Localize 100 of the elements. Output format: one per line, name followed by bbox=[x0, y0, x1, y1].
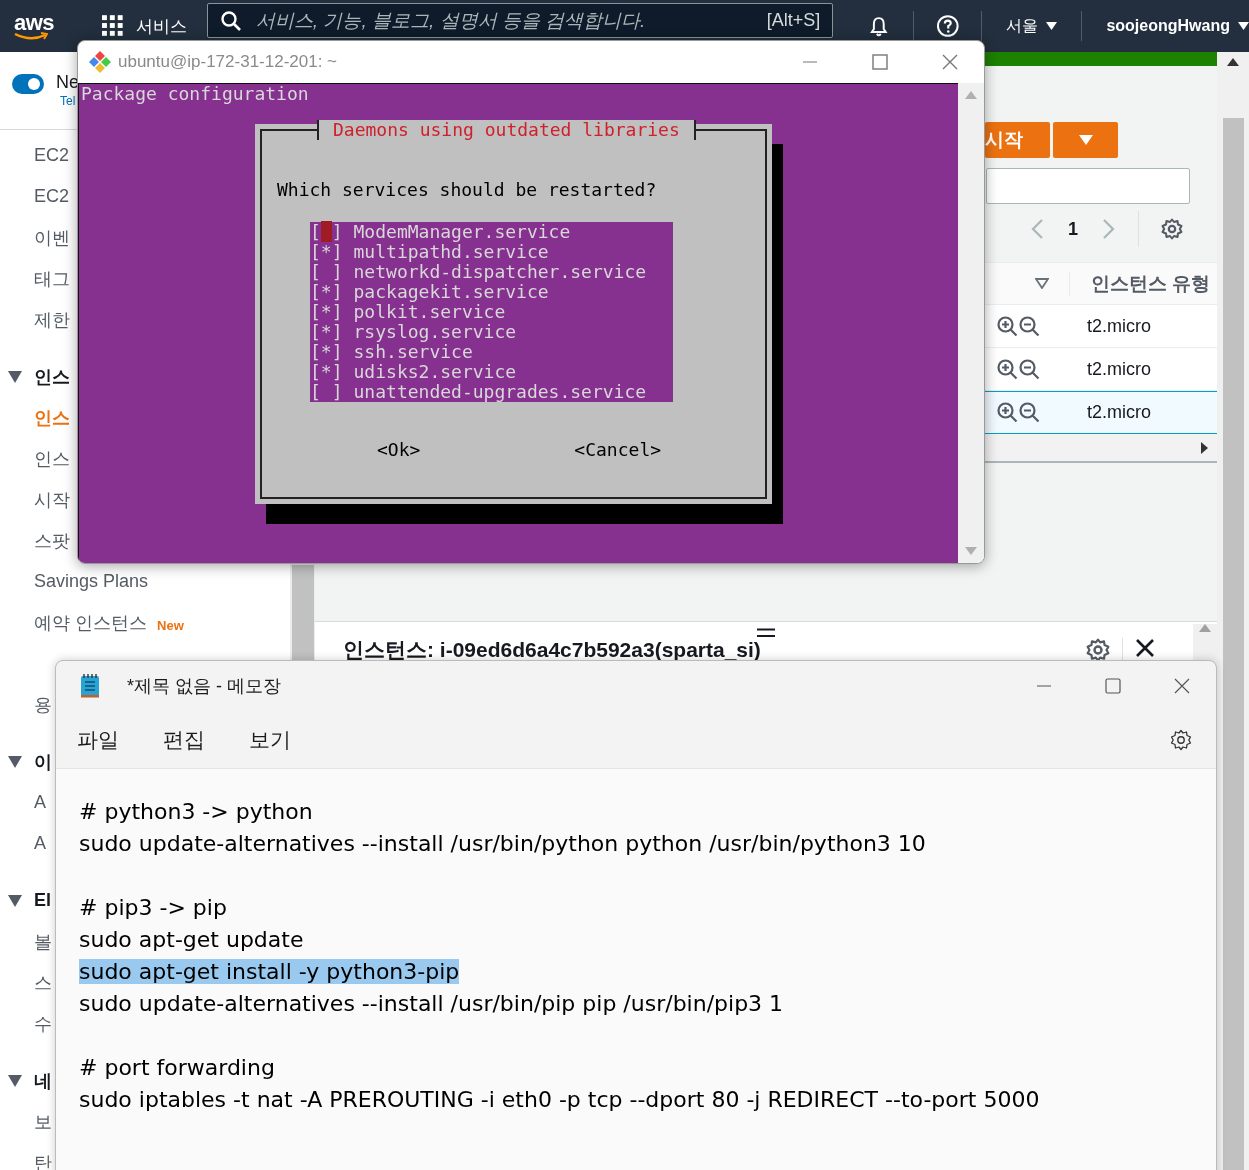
service-name[interactable]: rsyslog.service bbox=[353, 322, 517, 342]
search-field[interactable]: 서비스, 기능, 블로그, 설명서 등을 검색합니다. bbox=[253, 8, 755, 33]
zoom-in-icon[interactable] bbox=[997, 358, 1018, 380]
checkbox[interactable]: [*] bbox=[310, 302, 343, 322]
aws-logo[interactable]: aws bbox=[14, 11, 58, 41]
zoom-in-icon[interactable] bbox=[997, 315, 1018, 337]
nav-item[interactable]: EC2 bbox=[34, 186, 69, 207]
checkbox[interactable]: [ ] bbox=[310, 262, 343, 282]
service-name[interactable]: ssh.service bbox=[353, 342, 473, 362]
nav-item[interactable]: 스팟 bbox=[34, 528, 70, 553]
nav-item[interactable]: 예약 인스턴스 bbox=[34, 610, 147, 635]
dialog-title: Daemons using outdated libraries bbox=[317, 120, 696, 140]
filter-field[interactable] bbox=[986, 168, 1190, 204]
scroll-right-icon[interactable] bbox=[1201, 441, 1208, 454]
diamond-icon bbox=[88, 50, 112, 74]
nav-item[interactable]: 용 bbox=[34, 692, 52, 717]
maximize-icon[interactable] bbox=[872, 54, 888, 70]
dialog-button[interactable]: <Cancel> bbox=[574, 440, 662, 460]
caret-icon[interactable] bbox=[8, 370, 22, 383]
menu-item[interactable]: 편집 bbox=[163, 725, 205, 754]
table-cell: t2.micro bbox=[1087, 358, 1151, 379]
scroll-up-icon[interactable] bbox=[1227, 58, 1239, 66]
text-line: sudo apt-get update bbox=[79, 927, 304, 952]
section-heading[interactable]: 이 bbox=[34, 749, 52, 774]
grid-icon[interactable] bbox=[102, 15, 124, 37]
table-cell: t2.micro bbox=[1087, 315, 1151, 336]
page-number[interactable]: 1 bbox=[1068, 218, 1078, 240]
checkbox[interactable]: [*] bbox=[310, 242, 343, 262]
window-title: ubuntu@ip-172-31-12-201: ~ bbox=[118, 52, 338, 72]
service-name[interactable]: multipathd.service bbox=[353, 242, 549, 262]
region-menu[interactable]: 서울 bbox=[1006, 15, 1058, 37]
service-name[interactable]: ModemManager.service bbox=[353, 222, 571, 242]
settings-icon[interactable] bbox=[1161, 218, 1183, 240]
new-tag: New bbox=[157, 618, 184, 633]
text-line: # python3 -> python bbox=[79, 799, 313, 824]
close-icon[interactable] bbox=[1135, 638, 1155, 658]
text-line: sudo iptables -t nat -A PREROUTING -i eth0 -p tcp --dport 80 -j REDIRECT --to-port 5000 bbox=[79, 1087, 1040, 1112]
nav-item[interactable]: A bbox=[34, 792, 46, 813]
nav-item[interactable]: 수 bbox=[34, 1011, 52, 1036]
nav-item[interactable]: 인스 bbox=[34, 446, 70, 471]
settings-icon[interactable] bbox=[1086, 638, 1110, 662]
menu-item[interactable]: 파일 bbox=[77, 725, 119, 754]
table-cell: t2.micro bbox=[1087, 402, 1151, 422]
nav-item[interactable]: 태그 bbox=[34, 266, 70, 291]
nav-item[interactable]: EC2 bbox=[34, 145, 69, 166]
settings-icon[interactable] bbox=[1170, 728, 1192, 751]
search-icon bbox=[219, 9, 242, 32]
services-menu[interactable]: 서비스 bbox=[135, 14, 187, 38]
checkbox[interactable]: [*] bbox=[310, 282, 343, 302]
service-name[interactable]: udisks2.service bbox=[353, 362, 517, 382]
service-name[interactable]: packagekit.service bbox=[353, 282, 549, 302]
nav-item[interactable]: A bbox=[34, 833, 46, 854]
scrollbar-thumb[interactable] bbox=[1222, 118, 1244, 1170]
caret-icon[interactable] bbox=[8, 1074, 22, 1087]
zoom-out-icon[interactable] bbox=[1019, 402, 1040, 423]
nav-item[interactable]: Savings Plans bbox=[34, 571, 149, 592]
checkbox[interactable]: [ ] bbox=[310, 382, 343, 402]
table-row[interactable]: t2.micro bbox=[985, 391, 1217, 434]
dialog-button[interactable]: <Ok> bbox=[377, 440, 421, 460]
nav-item[interactable]: 시작 bbox=[34, 487, 70, 512]
checkbox[interactable]: [ ] bbox=[310, 222, 343, 242]
link[interactable]: Tel bbox=[60, 94, 79, 108]
section-heading[interactable]: 인스 bbox=[34, 364, 70, 389]
caret-icon[interactable] bbox=[8, 894, 22, 907]
service-name[interactable]: networkd-dispatcher.service bbox=[353, 262, 647, 282]
help-icon[interactable] bbox=[935, 14, 960, 38]
account-menu[interactable]: soojeongHwang bbox=[1106, 17, 1249, 35]
dropdown-button[interactable] bbox=[1053, 122, 1118, 158]
dialog-question: Which services should be restarted? bbox=[277, 180, 658, 200]
search-bar[interactable]: 서비스, 기능, 블로그, 설명서 등을 검색합니다. [Alt+S] bbox=[206, 3, 834, 38]
nav-item[interactable]: 이벤 bbox=[34, 225, 70, 250]
zoom-out-icon[interactable] bbox=[1019, 315, 1040, 337]
zoom-out-icon[interactable] bbox=[1019, 358, 1040, 380]
toggle-switch[interactable] bbox=[12, 74, 44, 94]
caret-icon[interactable] bbox=[8, 755, 22, 768]
maximize-icon[interactable] bbox=[1105, 678, 1121, 694]
zoom-in-icon[interactable] bbox=[997, 402, 1018, 423]
notepad-icon bbox=[80, 673, 100, 699]
checkbox[interactable]: [*] bbox=[310, 322, 343, 342]
nav-item[interactable]: 탄 bbox=[34, 1150, 52, 1170]
scrollbar-thumb[interactable] bbox=[291, 565, 314, 661]
text-area[interactable] bbox=[56, 769, 1216, 1170]
section-heading[interactable]: El bbox=[34, 890, 51, 911]
service-name[interactable]: unattended-upgrades.service bbox=[353, 382, 647, 402]
section-heading[interactable]: 네 bbox=[34, 1068, 52, 1093]
menu-item[interactable]: 보기 bbox=[249, 725, 291, 754]
checkbox[interactable]: [*] bbox=[310, 342, 343, 362]
nav-item[interactable]: 보 bbox=[34, 1109, 52, 1134]
close-icon[interactable] bbox=[1174, 678, 1190, 694]
shortcut-hint: [Alt+S] bbox=[766, 10, 821, 31]
nav-item[interactable]: 볼 bbox=[34, 929, 52, 954]
filter-icon[interactable] bbox=[1035, 278, 1049, 289]
checkbox[interactable]: [*] bbox=[310, 362, 343, 382]
text-line: # port forwarding bbox=[79, 1055, 275, 1080]
caret-icon bbox=[1078, 135, 1093, 145]
nav-item[interactable]: 제한 bbox=[34, 307, 70, 332]
drag-handle-icon[interactable] bbox=[757, 628, 775, 638]
nav-item[interactable]: 스 bbox=[34, 970, 52, 995]
text-line: sudo update-alternatives --install /usr/bin/pip pip /usr/bin/pip3 1 bbox=[79, 991, 784, 1016]
service-name[interactable]: polkit.service bbox=[353, 302, 506, 322]
